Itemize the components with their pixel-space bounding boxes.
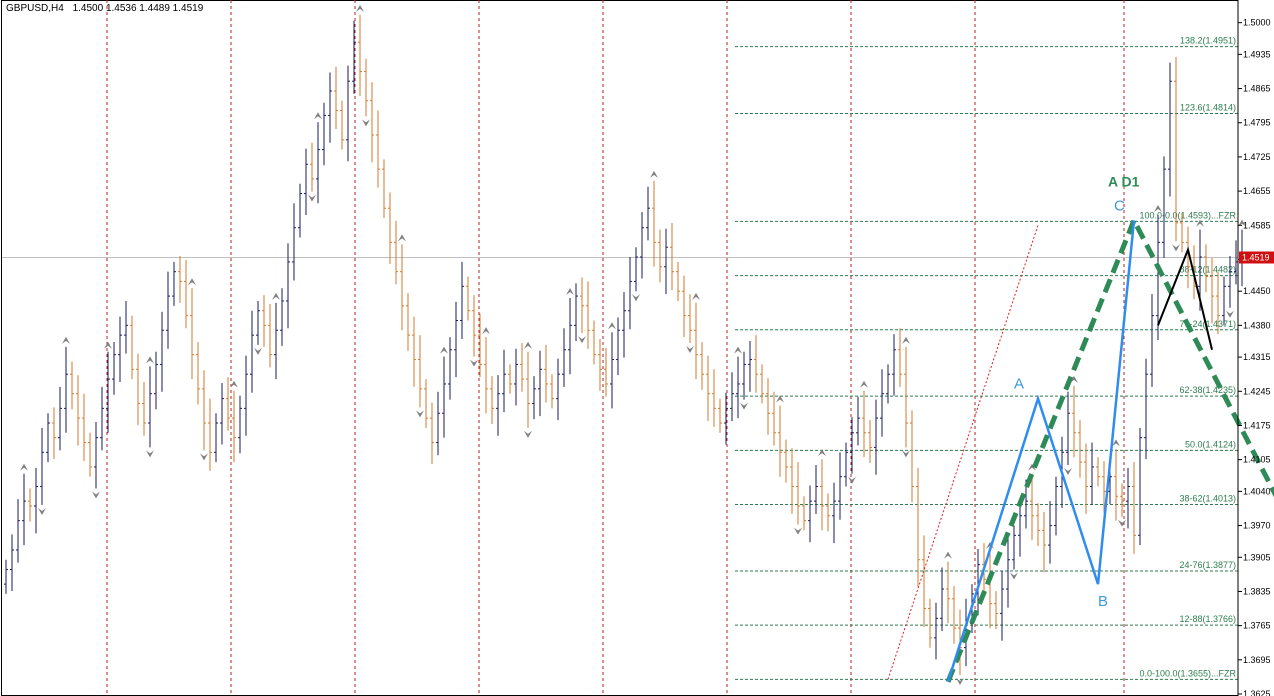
fib-level-label: 24-76(1.3877) xyxy=(1179,560,1236,570)
fib-level-label: 100.0-0.0(1.4593)...FZR xyxy=(1139,210,1236,220)
price-chart[interactable]: 138.2(1.4951) 123.6(1.4814) 100.0-0.0(1.45… xyxy=(0,0,1274,696)
fib-level-label: 62-38(1.4235) xyxy=(1179,385,1236,395)
y-tick-label: 1.4935 xyxy=(1243,49,1271,59)
pattern-title: A D1 xyxy=(1108,173,1140,189)
y-tick-label: 1.4040 xyxy=(1243,486,1271,496)
current-price-label: 1.4519 xyxy=(1242,252,1270,262)
symbol-info: GBPUSD,H4 1.4500 1.4536 1.4489 1.4519 xyxy=(6,3,203,14)
y-tick-label: 1.3970 xyxy=(1243,521,1271,531)
chart-window[interactable]: 138.2(1.4951) 123.6(1.4814) 100.0-0.0(1.45… xyxy=(0,0,1274,696)
ohlc-label: 1.4500 1.4536 1.4489 1.4519 xyxy=(72,3,204,14)
y-tick-label: 1.3625 xyxy=(1243,689,1271,696)
y-tick-label: 1.3905 xyxy=(1243,552,1271,562)
y-tick-label: 1.4795 xyxy=(1243,118,1271,128)
symbol-label: GBPUSD,H4 xyxy=(6,3,64,14)
y-tick-label: 1.3695 xyxy=(1243,655,1271,665)
y-tick-label: 1.4450 xyxy=(1243,286,1271,296)
y-tick-label: 1.3765 xyxy=(1243,621,1271,631)
y-tick-label: 1.5000 xyxy=(1243,18,1271,28)
pattern-point-label: A xyxy=(1014,376,1024,393)
y-tick-label: 1.4380 xyxy=(1243,320,1271,330)
y-tick-label: 1.4245 xyxy=(1243,386,1271,396)
y-tick-label: 1.3835 xyxy=(1243,586,1271,596)
y-tick-label: 1.4725 xyxy=(1243,152,1271,162)
pattern-point-label: C xyxy=(1114,197,1125,214)
pattern-point-label: B xyxy=(1098,593,1108,610)
fib-level-label: 38-62(1.4013) xyxy=(1179,494,1236,504)
fib-level-label: 12-88(1.3766) xyxy=(1179,614,1236,624)
fib-level-label: 50.0(1.4124) xyxy=(1185,439,1236,449)
fib-level-label: 123.6(1.4814) xyxy=(1180,102,1236,112)
fib-level-label: 0.0-100.0(1.3655)...FZR xyxy=(1139,668,1236,678)
y-tick-label: 1.4655 xyxy=(1243,186,1271,196)
y-tick-label: 1.4315 xyxy=(1243,352,1271,362)
y-tick-label: 1.4105 xyxy=(1243,455,1271,465)
y-tick-label: 1.4585 xyxy=(1243,220,1271,230)
fib-level-label: 138.2(1.4951) xyxy=(1180,36,1236,46)
y-tick-label: 1.4865 xyxy=(1243,84,1271,94)
y-tick-label: 1.4175 xyxy=(1243,420,1271,430)
